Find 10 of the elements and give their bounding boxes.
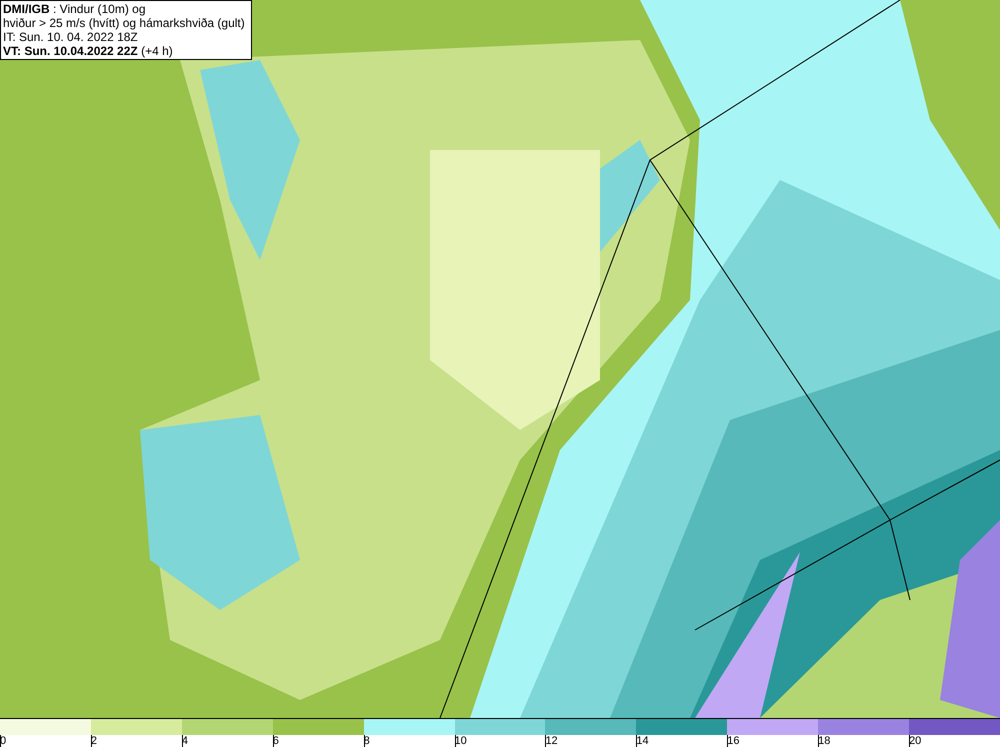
scale-label: 10: [454, 735, 468, 747]
scale-label: 12: [545, 735, 559, 747]
header-line: hviður > 25 m/s (hvítt) og hámarkshviða (gult): [3, 16, 245, 30]
scale-label: 16: [727, 735, 740, 747]
scale-label: 18: [818, 735, 832, 747]
header-line: DMI/IGB : Vindur (10m) og: [3, 2, 146, 16]
scale-label: 20: [909, 735, 922, 747]
header-line: VT: Sun. 10.04.2022 22Z (+4 h): [3, 44, 174, 58]
scale-label: 14: [636, 735, 650, 747]
header-line: IT: Sun. 10. 04. 2022 18Z: [3, 30, 139, 44]
